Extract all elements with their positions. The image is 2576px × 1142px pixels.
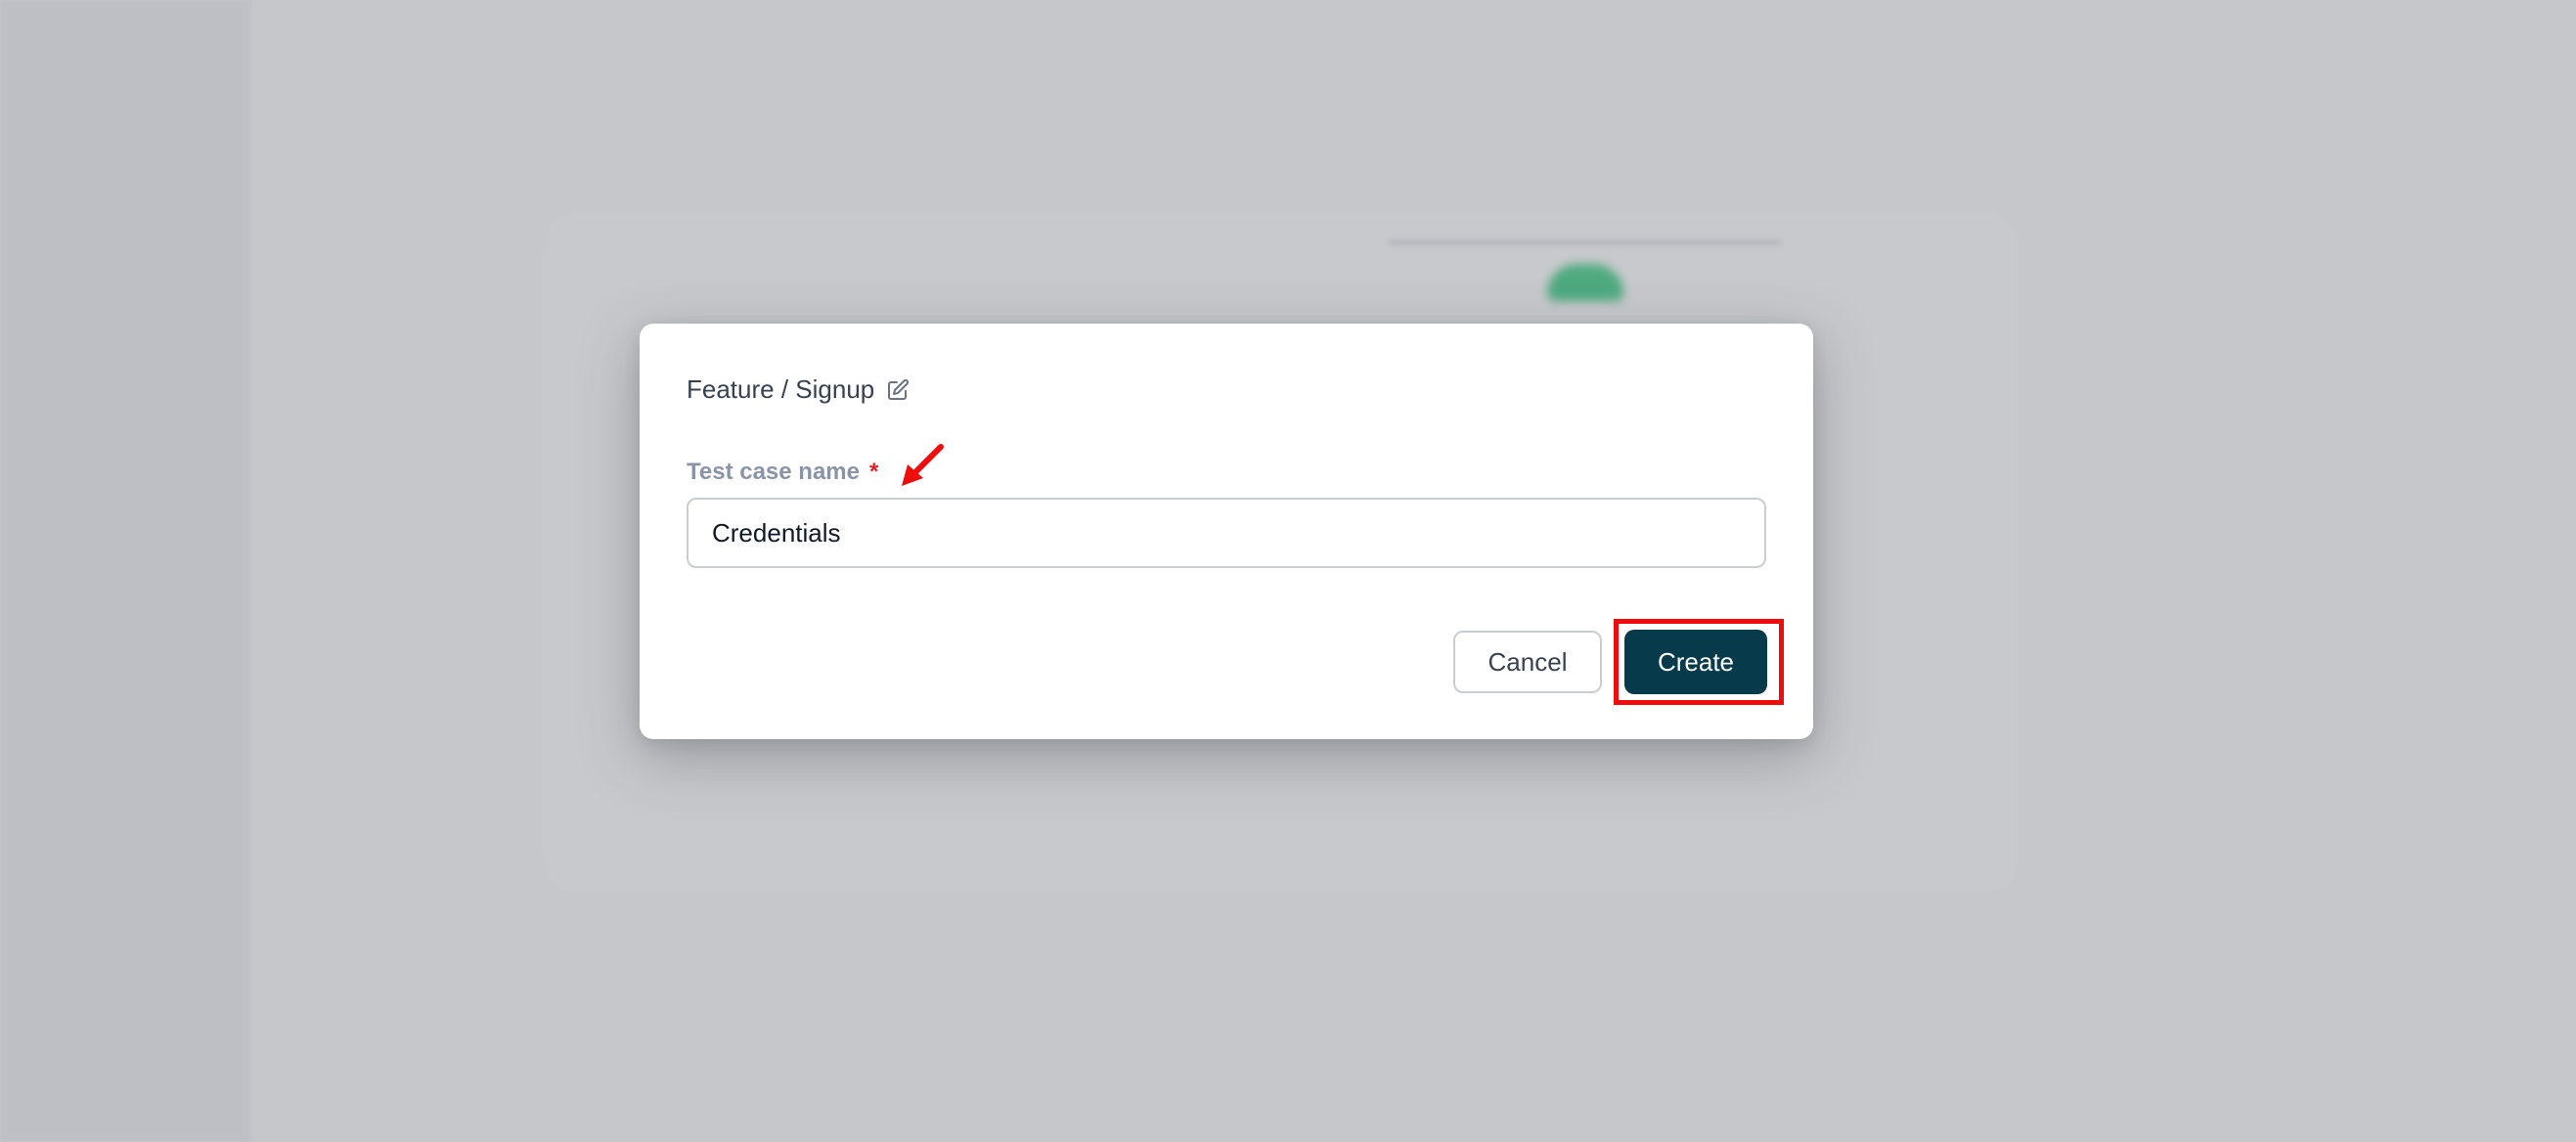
edit-icon[interactable] <box>886 378 910 402</box>
required-asterisk: * <box>869 459 879 485</box>
breadcrumb-path: Feature / Signup <box>687 374 875 404</box>
test-case-name-label: Test case name * <box>687 459 878 486</box>
sidebar-blurred <box>0 0 250 1142</box>
annotation-arrow-icon <box>902 444 944 486</box>
create-test-case-dialog: Feature / Signup Test case name* Cancel … <box>640 324 1813 739</box>
cancel-button[interactable]: Cancel <box>1453 631 1602 693</box>
field-label-text: Test case name <box>687 459 860 485</box>
test-case-name-input[interactable] <box>687 498 1766 568</box>
breadcrumb: Feature / Signup <box>687 374 910 405</box>
background-badge-blurred <box>1547 264 1623 301</box>
create-button[interactable]: Create <box>1624 630 1767 694</box>
background-line-blurred <box>1389 241 1780 244</box>
